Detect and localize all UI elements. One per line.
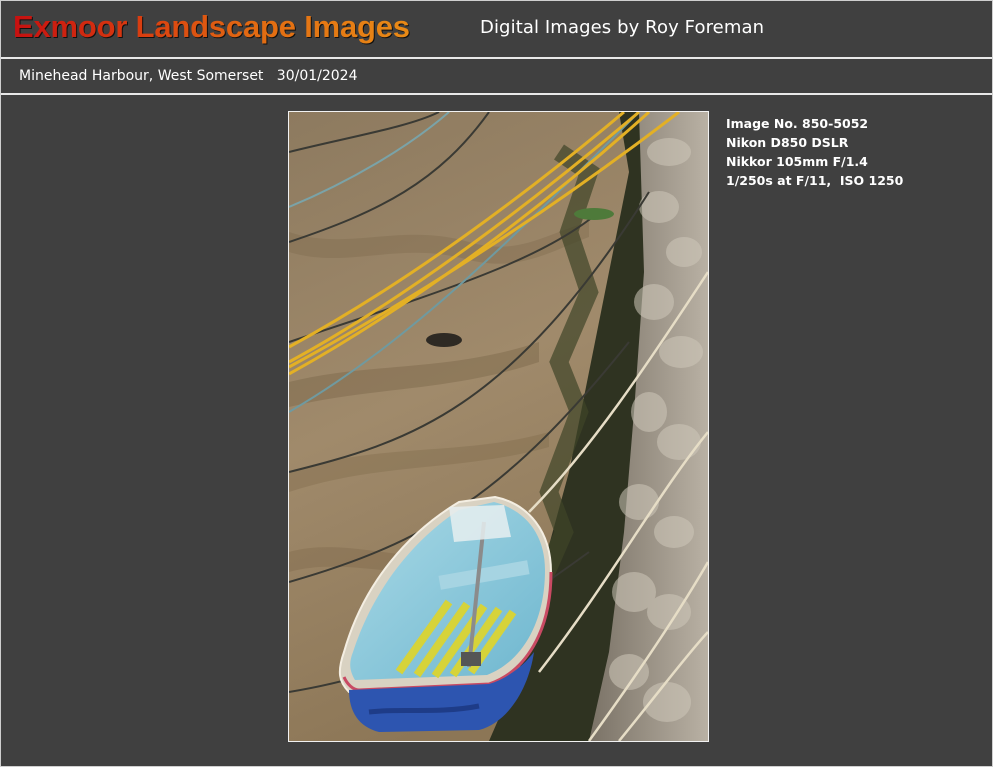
caption-bar: Minehead Harbour, West Somerset 30/01/20… (1, 59, 992, 95)
exif-details: Image No. 850-5052 Nikon D850 DSLR Nikko… (726, 114, 903, 190)
main-photo[interactable] (288, 111, 709, 742)
exif-lens: Nikkor 105mm F/1.4 (726, 154, 868, 169)
photo-image (289, 112, 708, 741)
photo-caption: Minehead Harbour, West Somerset 30/01/20… (19, 68, 358, 84)
exif-image-number: Image No. 850-5052 (726, 116, 869, 131)
site-title[interactable]: Exmoor Landscape Images (13, 9, 410, 45)
photo-location: Minehead Harbour, West Somerset (19, 68, 264, 84)
site-header: Exmoor Landscape Images Digital Images b… (1, 1, 992, 59)
site-byline: Digital Images by Roy Foreman (480, 17, 765, 38)
photo-date: 30/01/2024 (276, 68, 358, 84)
exif-camera: Nikon D850 DSLR (726, 135, 849, 150)
exif-exposure: 1/250s at F/11, ISO 1250 (726, 173, 904, 188)
